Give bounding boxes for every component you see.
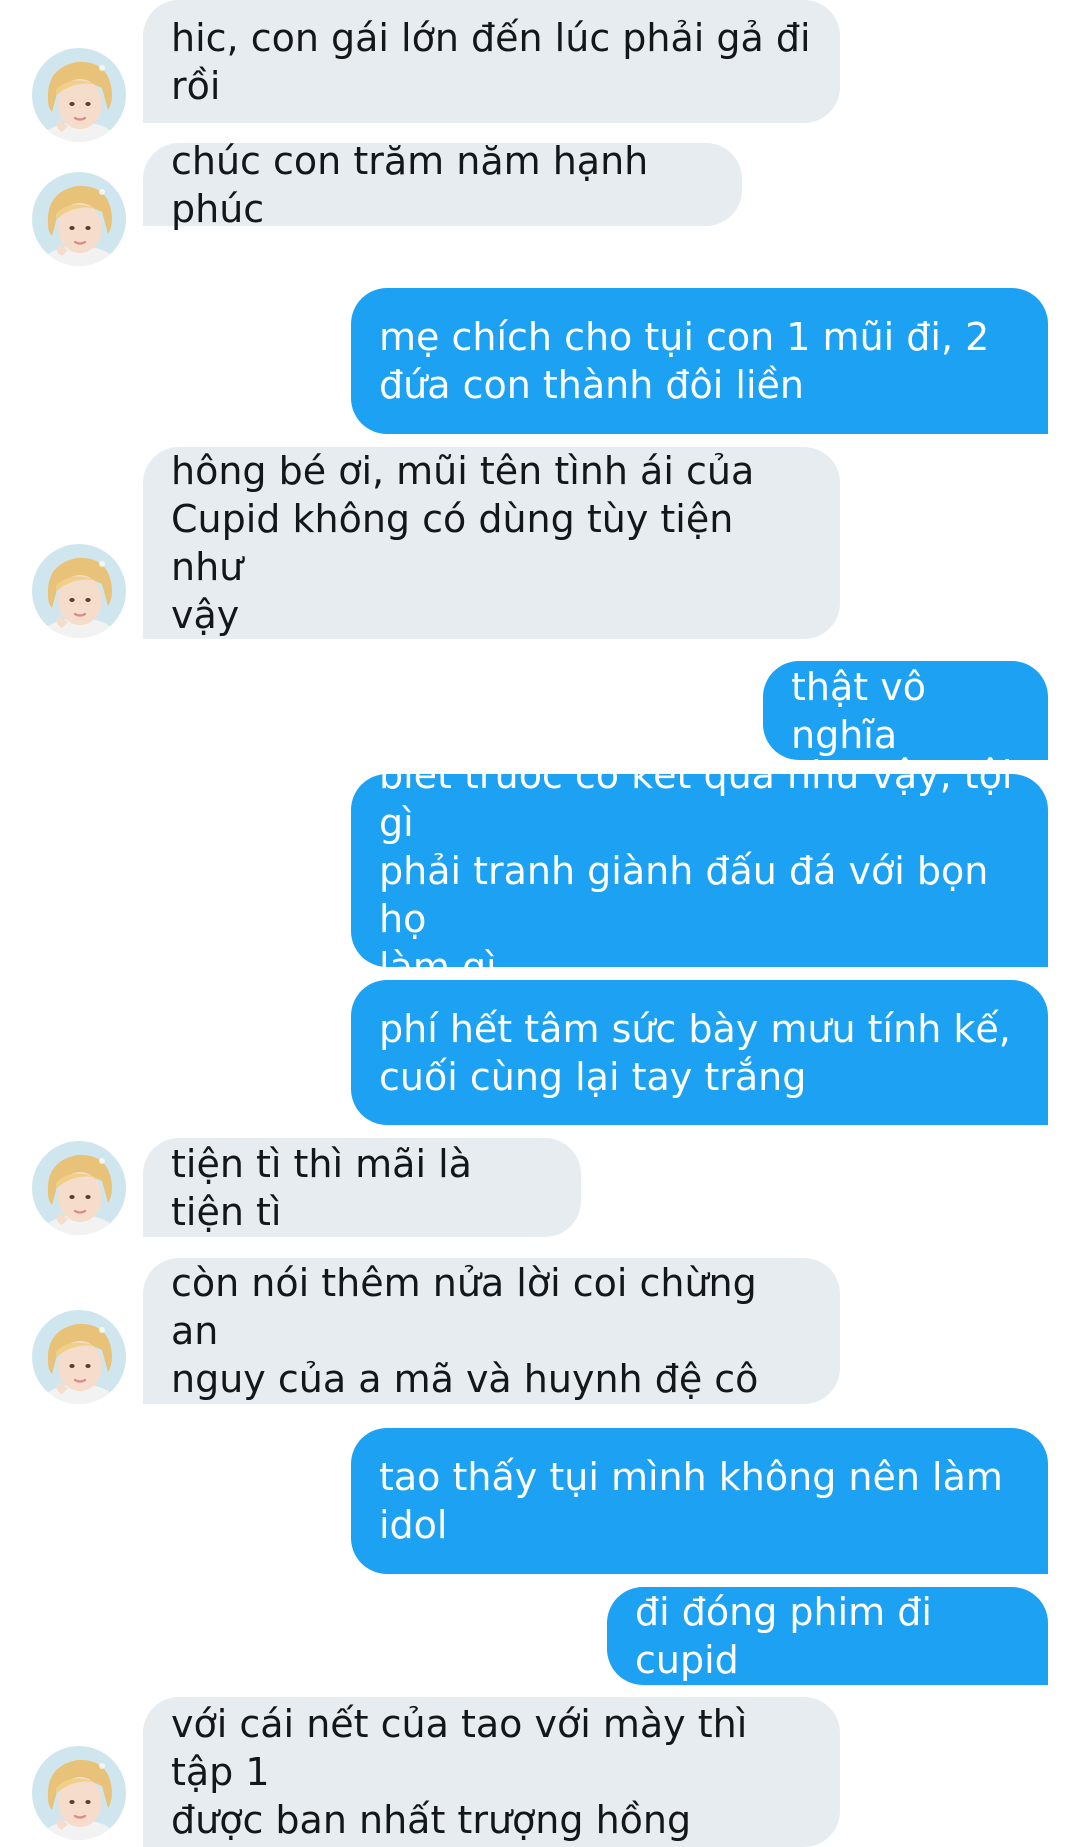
outgoing-message-bubble[interactable]: đi đóng phim đi cupid bbox=[607, 1587, 1048, 1685]
incoming-message-bubble[interactable]: hic, con gái lớn đến lúc phải gả đi rồi bbox=[143, 0, 840, 123]
avatar-photo-icon[interactable] bbox=[32, 172, 126, 266]
incoming-message-bubble[interactable]: chúc con trăm năm hạnh phúc bbox=[143, 139, 742, 231]
avatar-photo-icon[interactable] bbox=[32, 544, 126, 638]
outgoing-message-bubble[interactable]: thật vô nghĩa bbox=[763, 661, 1048, 760]
outgoing-message-bubble[interactable]: tao thấy tụi mình không nên làm idol bbox=[351, 1428, 1048, 1574]
outgoing-message-bubble[interactable]: biết trước có kết quả như vậy, tội gì ph… bbox=[351, 753, 1048, 989]
avatar-photo-icon[interactable] bbox=[32, 1746, 126, 1840]
outgoing-message-bubble[interactable]: phí hết tâm sức bày mưu tính kế, cuối cù… bbox=[351, 980, 1048, 1125]
conversation-thread: hic, con gái lớn đến lúc phải gả đi rồi … bbox=[0, 0, 1080, 1847]
incoming-message-bubble[interactable]: tiện tì thì mãi là tiện tì bbox=[143, 1138, 581, 1237]
avatar-photo-icon[interactable] bbox=[32, 1141, 126, 1235]
outgoing-message-bubble[interactable]: mẹ chích cho tụi con 1 mũi đi, 2 đứa con… bbox=[351, 288, 1048, 434]
avatar-photo-icon[interactable] bbox=[32, 48, 126, 142]
avatar-photo-icon[interactable] bbox=[32, 1310, 126, 1404]
incoming-message-bubble[interactable]: còn nói thêm nửa lời coi chừng an nguy c… bbox=[143, 1258, 840, 1404]
incoming-message-bubble[interactable]: với cái nết của tao với mày thì tập 1 đư… bbox=[143, 1697, 840, 1847]
incoming-message-bubble[interactable]: hông bé ơi, mũi tên tình ái của Cupid kh… bbox=[143, 447, 840, 639]
